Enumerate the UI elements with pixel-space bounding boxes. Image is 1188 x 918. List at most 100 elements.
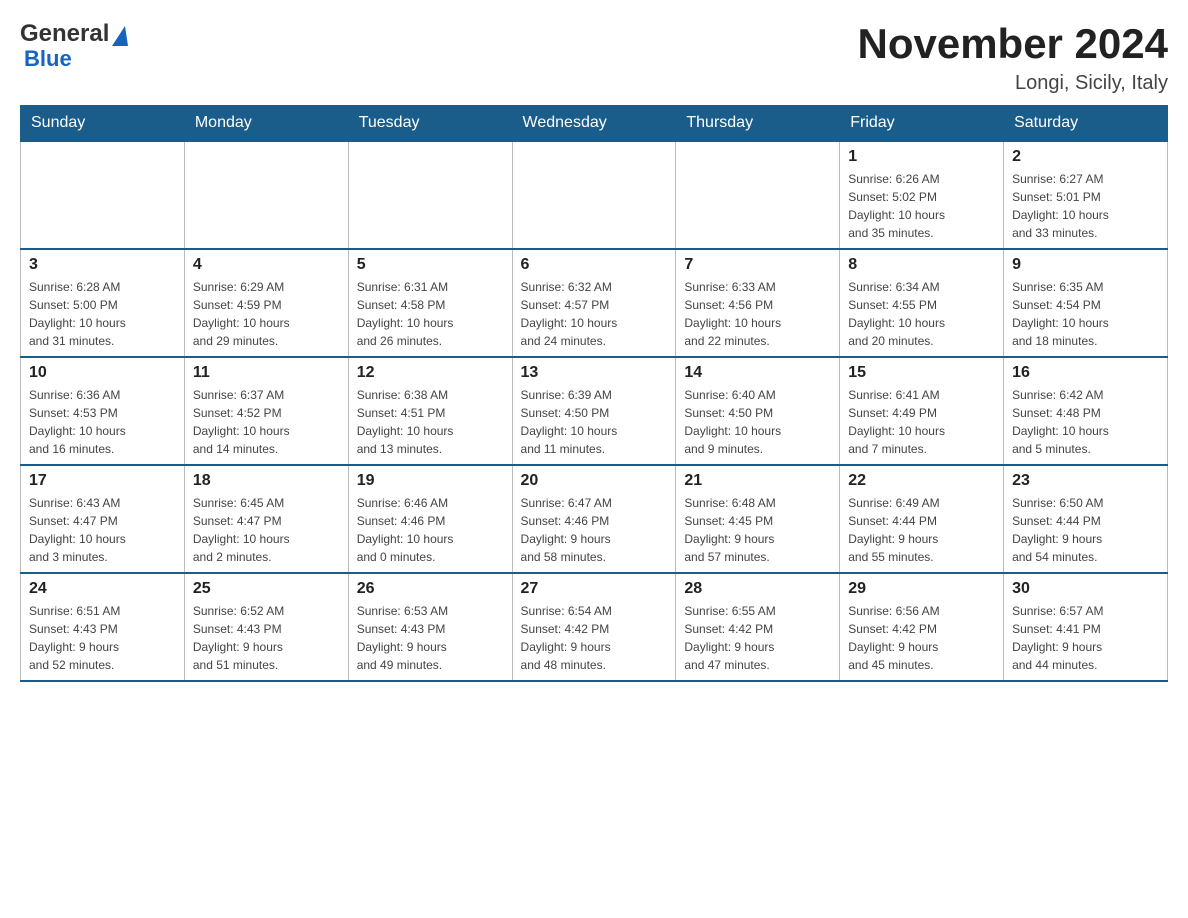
calendar-week-1: 1Sunrise: 6:26 AM Sunset: 5:02 PM Daylig… [21,141,1168,249]
weekday-header-monday: Monday [184,106,348,142]
calendar-day-cell: 22 Sunrise: 6:49 AM Sunset: 4:44 PM Dayli… [840,465,1004,573]
day-info: Sunrise: 6:29 AM Sunset: 4:59 PM Dayligh… [193,278,340,350]
calendar-day-cell: 8Sunrise: 6:34 AM Sunset: 4:55 PM Daylig… [840,249,1004,357]
day-number: 6 [521,256,668,274]
day-number: 5 [357,256,504,274]
logo-blue-text: Blue [24,46,72,72]
day-info: Sunrise: 6:55 AM Sunset: 4:42 PM Dayligh… [684,602,831,674]
calendar-day-cell: 18Sunrise: 6:45 AM Sunset: 4:47 PM Dayli… [184,465,348,573]
calendar-day-cell: 23 Sunrise: 6:50 AM Sunset: 4:44 PM Dayli… [1004,465,1168,573]
day-number: 4 [193,256,340,274]
day-number: 9 [1012,256,1159,274]
day-number: 1 [848,148,995,166]
calendar-day-cell: 7 Sunrise: 6:33 AM Sunset: 4:56 PM Daylig… [676,249,840,357]
day-number: 12 [357,364,504,382]
day-info: Sunrise: 6:36 AM Sunset: 4:53 PM Dayligh… [29,386,176,458]
day-number: 21 [684,472,831,490]
day-number: 28 [684,580,831,598]
month-title: November 2024 [857,20,1168,68]
weekday-header-sunday: Sunday [21,106,185,142]
weekday-header-friday: Friday [840,106,1004,142]
weekday-header-thursday: Thursday [676,106,840,142]
day-number: 29 [848,580,995,598]
day-number: 14 [684,364,831,382]
logo-triangle [112,26,128,46]
day-number: 24 [29,580,176,598]
day-info: Sunrise: 6:38 AM Sunset: 4:51 PM Dayligh… [357,386,504,458]
day-info: Sunrise: 6:37 AM Sunset: 4:52 PM Dayligh… [193,386,340,458]
calendar-day-cell: 16 Sunrise: 6:42 AM Sunset: 4:48 PM Dayli… [1004,357,1168,465]
calendar-day-cell: 12 Sunrise: 6:38 AM Sunset: 4:51 PM Dayli… [348,357,512,465]
calendar-day-cell: 24 Sunrise: 6:51 AM Sunset: 4:43 PM Dayli… [21,573,185,681]
day-info: Sunrise: 6:42 AM Sunset: 4:48 PM Dayligh… [1012,386,1159,458]
calendar-day-cell: 28 Sunrise: 6:55 AM Sunset: 4:42 PM Dayli… [676,573,840,681]
weekday-header-wednesday: Wednesday [512,106,676,142]
logo: General Blue [20,20,128,72]
calendar-week-2: 3Sunrise: 6:28 AM Sunset: 5:00 PM Daylig… [21,249,1168,357]
day-number: 3 [29,256,176,274]
day-info: Sunrise: 6:45 AM Sunset: 4:47 PM Dayligh… [193,494,340,566]
calendar-day-cell: 21 Sunrise: 6:48 AM Sunset: 4:45 PM Dayli… [676,465,840,573]
day-number: 16 [1012,364,1159,382]
day-info: Sunrise: 6:57 AM Sunset: 4:41 PM Dayligh… [1012,602,1159,674]
day-info: Sunrise: 6:35 AM Sunset: 4:54 PM Dayligh… [1012,278,1159,350]
day-info: Sunrise: 6:31 AM Sunset: 4:58 PM Dayligh… [357,278,504,350]
calendar-week-3: 10Sunrise: 6:36 AM Sunset: 4:53 PM Dayli… [21,357,1168,465]
day-number: 23 [1012,472,1159,490]
day-number: 7 [684,256,831,274]
calendar-day-cell: 3Sunrise: 6:28 AM Sunset: 5:00 PM Daylig… [21,249,185,357]
calendar-day-cell: 20Sunrise: 6:47 AM Sunset: 4:46 PM Dayli… [512,465,676,573]
calendar-week-5: 24 Sunrise: 6:51 AM Sunset: 4:43 PM Dayli… [21,573,1168,681]
calendar-day-cell [21,141,185,249]
day-number: 13 [521,364,668,382]
day-info: Sunrise: 6:27 AM Sunset: 5:01 PM Dayligh… [1012,170,1159,242]
calendar-day-cell: 11 Sunrise: 6:37 AM Sunset: 4:52 PM Dayli… [184,357,348,465]
calendar-day-cell: 26 Sunrise: 6:53 AM Sunset: 4:43 PM Dayli… [348,573,512,681]
day-number: 25 [193,580,340,598]
calendar-day-cell: 10Sunrise: 6:36 AM Sunset: 4:53 PM Dayli… [21,357,185,465]
calendar-day-cell: 29 Sunrise: 6:56 AM Sunset: 4:42 PM Dayli… [840,573,1004,681]
title-area: November 2024 Longi, Sicily, Italy [857,20,1168,95]
day-info: Sunrise: 6:48 AM Sunset: 4:45 PM Dayligh… [684,494,831,566]
day-number: 19 [357,472,504,490]
day-number: 22 [848,472,995,490]
calendar-day-cell: 14 Sunrise: 6:40 AM Sunset: 4:50 PM Dayli… [676,357,840,465]
calendar-day-cell: 6 Sunrise: 6:32 AM Sunset: 4:57 PM Daylig… [512,249,676,357]
day-info: Sunrise: 6:54 AM Sunset: 4:42 PM Dayligh… [521,602,668,674]
day-info: Sunrise: 6:39 AM Sunset: 4:50 PM Dayligh… [521,386,668,458]
day-info: Sunrise: 6:32 AM Sunset: 4:57 PM Dayligh… [521,278,668,350]
day-info: Sunrise: 6:53 AM Sunset: 4:43 PM Dayligh… [357,602,504,674]
calendar-day-cell: 5 Sunrise: 6:31 AM Sunset: 4:58 PM Daylig… [348,249,512,357]
day-number: 17 [29,472,176,490]
calendar-day-cell: 30 Sunrise: 6:57 AM Sunset: 4:41 PM Dayli… [1004,573,1168,681]
calendar-day-cell: 4 Sunrise: 6:29 AM Sunset: 4:59 PM Daylig… [184,249,348,357]
day-info: Sunrise: 6:51 AM Sunset: 4:43 PM Dayligh… [29,602,176,674]
day-info: Sunrise: 6:40 AM Sunset: 4:50 PM Dayligh… [684,386,831,458]
calendar-day-cell: 27 Sunrise: 6:54 AM Sunset: 4:42 PM Dayli… [512,573,676,681]
day-info: Sunrise: 6:46 AM Sunset: 4:46 PM Dayligh… [357,494,504,566]
weekday-header-tuesday: Tuesday [348,106,512,142]
day-info: Sunrise: 6:49 AM Sunset: 4:44 PM Dayligh… [848,494,995,566]
calendar-day-cell: 25 Sunrise: 6:52 AM Sunset: 4:43 PM Dayli… [184,573,348,681]
day-number: 15 [848,364,995,382]
day-number: 20 [521,472,668,490]
calendar-day-cell: 2 Sunrise: 6:27 AM Sunset: 5:01 PM Daylig… [1004,141,1168,249]
day-info: Sunrise: 6:56 AM Sunset: 4:42 PM Dayligh… [848,602,995,674]
weekday-header-saturday: Saturday [1004,106,1168,142]
day-number: 30 [1012,580,1159,598]
calendar-week-4: 17Sunrise: 6:43 AM Sunset: 4:47 PM Dayli… [21,465,1168,573]
logo-general-text: General [20,20,109,48]
day-number: 8 [848,256,995,274]
day-info: Sunrise: 6:50 AM Sunset: 4:44 PM Dayligh… [1012,494,1159,566]
calendar-day-cell [348,141,512,249]
day-number: 26 [357,580,504,598]
calendar-day-cell: 1Sunrise: 6:26 AM Sunset: 5:02 PM Daylig… [840,141,1004,249]
day-info: Sunrise: 6:52 AM Sunset: 4:43 PM Dayligh… [193,602,340,674]
calendar-day-cell: 15Sunrise: 6:41 AM Sunset: 4:49 PM Dayli… [840,357,1004,465]
day-number: 11 [193,364,340,382]
calendar-day-cell: 17Sunrise: 6:43 AM Sunset: 4:47 PM Dayli… [21,465,185,573]
day-number: 2 [1012,148,1159,166]
day-number: 27 [521,580,668,598]
calendar-day-cell: 9 Sunrise: 6:35 AM Sunset: 4:54 PM Daylig… [1004,249,1168,357]
day-info: Sunrise: 6:33 AM Sunset: 4:56 PM Dayligh… [684,278,831,350]
